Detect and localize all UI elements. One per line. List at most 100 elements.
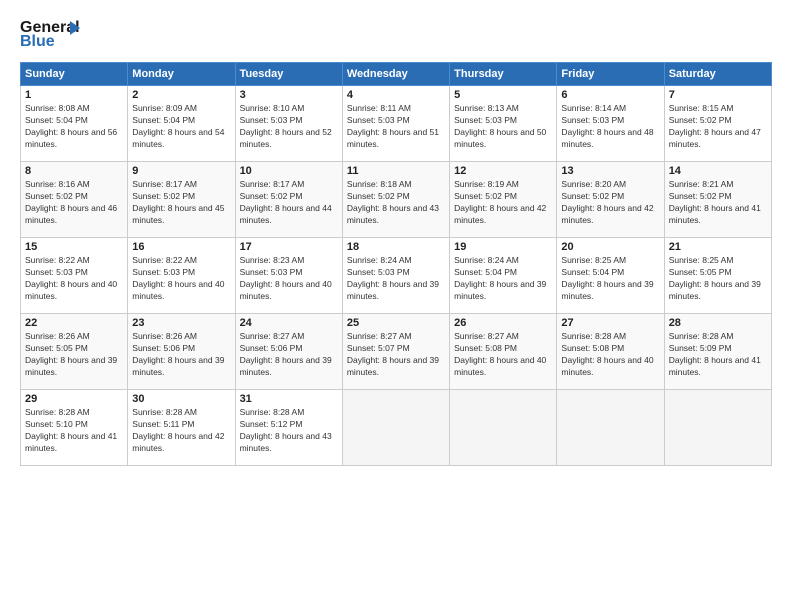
day-cell: 15Sunrise: 8:22 AMSunset: 5:03 PMDayligh… xyxy=(21,238,128,314)
day-cell: 24 Sunrise: 8:27 AMSunset: 5:06 PMDayligh… xyxy=(235,314,342,390)
day-cell: 17 Sunrise: 8:23 AMSunset: 5:03 PMDayligh… xyxy=(235,238,342,314)
day-cell: 30Sunrise: 8:28 AMSunset: 5:11 PMDayligh… xyxy=(128,390,235,466)
day-number: 16 xyxy=(132,241,230,253)
day-cell: 21 Sunrise: 8:25 AMSunset: 5:05 PMDayligh… xyxy=(664,238,771,314)
day-cell: 10 Sunrise: 8:17 AMSunset: 5:02 PMDayligh… xyxy=(235,162,342,238)
week-row-3: 15Sunrise: 8:22 AMSunset: 5:03 PMDayligh… xyxy=(21,238,772,314)
day-info: Sunrise: 8:28 AMSunset: 5:11 PMDaylight:… xyxy=(132,407,230,455)
day-info: Sunrise: 8:25 AMSunset: 5:04 PMDaylight:… xyxy=(561,255,659,303)
day-number: 10 xyxy=(240,165,338,177)
day-number: 26 xyxy=(454,317,552,329)
day-cell: 2 Sunrise: 8:09 AMSunset: 5:04 PMDaylight… xyxy=(128,86,235,162)
day-info: Sunrise: 8:26 AMSunset: 5:06 PMDaylight:… xyxy=(132,331,230,379)
day-info: Sunrise: 8:19 AMSunset: 5:02 PMDaylight:… xyxy=(454,179,552,227)
day-number: 17 xyxy=(240,241,338,253)
day-info: Sunrise: 8:27 AMSunset: 5:07 PMDaylight:… xyxy=(347,331,445,379)
day-number: 19 xyxy=(454,241,552,253)
day-cell: 20 Sunrise: 8:25 AMSunset: 5:04 PMDayligh… xyxy=(557,238,664,314)
day-cell: 26 Sunrise: 8:27 AMSunset: 5:08 PMDayligh… xyxy=(450,314,557,390)
day-cell: 25 Sunrise: 8:27 AMSunset: 5:07 PMDayligh… xyxy=(342,314,449,390)
day-info: Sunrise: 8:24 AMSunset: 5:03 PMDaylight:… xyxy=(347,255,445,303)
day-number: 8 xyxy=(25,165,123,177)
day-cell xyxy=(342,390,449,466)
day-number: 6 xyxy=(561,89,659,101)
day-number: 31 xyxy=(240,393,338,405)
col-header-saturday: Saturday xyxy=(664,63,771,86)
col-header-monday: Monday xyxy=(128,63,235,86)
day-number: 18 xyxy=(347,241,445,253)
day-number: 20 xyxy=(561,241,659,253)
day-number: 4 xyxy=(347,89,445,101)
day-cell: 12Sunrise: 8:19 AMSunset: 5:02 PMDayligh… xyxy=(450,162,557,238)
day-info: Sunrise: 8:09 AMSunset: 5:04 PMDaylight:… xyxy=(132,103,230,151)
day-cell: 19 Sunrise: 8:24 AMSunset: 5:04 PMDayligh… xyxy=(450,238,557,314)
day-info: Sunrise: 8:26 AMSunset: 5:05 PMDaylight:… xyxy=(25,331,123,379)
day-cell: 18 Sunrise: 8:24 AMSunset: 5:03 PMDayligh… xyxy=(342,238,449,314)
day-info: Sunrise: 8:17 AMSunset: 5:02 PMDaylight:… xyxy=(132,179,230,227)
header-row: SundayMondayTuesdayWednesdayThursdayFrid… xyxy=(21,63,772,86)
col-header-thursday: Thursday xyxy=(450,63,557,86)
day-info: Sunrise: 8:28 AMSunset: 5:12 PMDaylight:… xyxy=(240,407,338,455)
week-row-5: 29 Sunrise: 8:28 AMSunset: 5:10 PMDayligh… xyxy=(21,390,772,466)
day-info: Sunrise: 8:14 AMSunset: 5:03 PMDaylight:… xyxy=(561,103,659,151)
day-number: 28 xyxy=(669,317,767,329)
day-number: 5 xyxy=(454,89,552,101)
col-header-friday: Friday xyxy=(557,63,664,86)
day-number: 27 xyxy=(561,317,659,329)
day-number: 25 xyxy=(347,317,445,329)
day-cell xyxy=(664,390,771,466)
week-row-2: 8 Sunrise: 8:16 AMSunset: 5:02 PMDaylight… xyxy=(21,162,772,238)
logo-svg: GeneralBlue xyxy=(20,16,90,52)
day-info: Sunrise: 8:13 AMSunset: 5:03 PMDaylight:… xyxy=(454,103,552,151)
day-cell: 14 Sunrise: 8:21 AMSunset: 5:02 PMDayligh… xyxy=(664,162,771,238)
day-cell: 31 Sunrise: 8:28 AMSunset: 5:12 PMDayligh… xyxy=(235,390,342,466)
day-number: 2 xyxy=(132,89,230,101)
day-info: Sunrise: 8:22 AMSunset: 5:03 PMDaylight:… xyxy=(25,255,123,303)
day-cell: 27 Sunrise: 8:28 AMSunset: 5:08 PMDayligh… xyxy=(557,314,664,390)
col-header-sunday: Sunday xyxy=(21,63,128,86)
day-info: Sunrise: 8:27 AMSunset: 5:08 PMDaylight:… xyxy=(454,331,552,379)
day-cell: 6 Sunrise: 8:14 AMSunset: 5:03 PMDaylight… xyxy=(557,86,664,162)
day-info: Sunrise: 8:11 AMSunset: 5:03 PMDaylight:… xyxy=(347,103,445,151)
week-row-4: 22 Sunrise: 8:26 AMSunset: 5:05 PMDayligh… xyxy=(21,314,772,390)
day-number: 3 xyxy=(240,89,338,101)
day-info: Sunrise: 8:21 AMSunset: 5:02 PMDaylight:… xyxy=(669,179,767,227)
day-cell: 13Sunrise: 8:20 AMSunset: 5:02 PMDayligh… xyxy=(557,162,664,238)
day-cell: 22 Sunrise: 8:26 AMSunset: 5:05 PMDayligh… xyxy=(21,314,128,390)
day-cell: 23 Sunrise: 8:26 AMSunset: 5:06 PMDayligh… xyxy=(128,314,235,390)
day-number: 11 xyxy=(347,165,445,177)
day-number: 7 xyxy=(669,89,767,101)
day-number: 23 xyxy=(132,317,230,329)
day-cell: 16Sunrise: 8:22 AMSunset: 5:03 PMDayligh… xyxy=(128,238,235,314)
day-info: Sunrise: 8:18 AMSunset: 5:02 PMDaylight:… xyxy=(347,179,445,227)
calendar-table: SundayMondayTuesdayWednesdayThursdayFrid… xyxy=(20,62,772,466)
day-info: Sunrise: 8:08 AMSunset: 5:04 PMDaylight:… xyxy=(25,103,123,151)
day-info: Sunrise: 8:25 AMSunset: 5:05 PMDaylight:… xyxy=(669,255,767,303)
day-info: Sunrise: 8:10 AMSunset: 5:03 PMDaylight:… xyxy=(240,103,338,151)
day-cell xyxy=(450,390,557,466)
day-cell: 1Sunrise: 8:08 AMSunset: 5:04 PMDaylight… xyxy=(21,86,128,162)
day-cell: 4 Sunrise: 8:11 AMSunset: 5:03 PMDaylight… xyxy=(342,86,449,162)
day-cell: 3 Sunrise: 8:10 AMSunset: 5:03 PMDaylight… xyxy=(235,86,342,162)
day-info: Sunrise: 8:17 AMSunset: 5:02 PMDaylight:… xyxy=(240,179,338,227)
day-cell: 11 Sunrise: 8:18 AMSunset: 5:02 PMDayligh… xyxy=(342,162,449,238)
day-number: 21 xyxy=(669,241,767,253)
day-info: Sunrise: 8:28 AMSunset: 5:10 PMDaylight:… xyxy=(25,407,123,455)
day-cell: 9Sunrise: 8:17 AMSunset: 5:02 PMDaylight… xyxy=(128,162,235,238)
day-info: Sunrise: 8:28 AMSunset: 5:08 PMDaylight:… xyxy=(561,331,659,379)
day-info: Sunrise: 8:24 AMSunset: 5:04 PMDaylight:… xyxy=(454,255,552,303)
day-number: 29 xyxy=(25,393,123,405)
day-cell: 28Sunrise: 8:28 AMSunset: 5:09 PMDayligh… xyxy=(664,314,771,390)
day-cell: 29 Sunrise: 8:28 AMSunset: 5:10 PMDayligh… xyxy=(21,390,128,466)
day-info: Sunrise: 8:15 AMSunset: 5:02 PMDaylight:… xyxy=(669,103,767,151)
day-cell: 7 Sunrise: 8:15 AMSunset: 5:02 PMDaylight… xyxy=(664,86,771,162)
day-info: Sunrise: 8:23 AMSunset: 5:03 PMDaylight:… xyxy=(240,255,338,303)
day-info: Sunrise: 8:20 AMSunset: 5:02 PMDaylight:… xyxy=(561,179,659,227)
day-info: Sunrise: 8:16 AMSunset: 5:02 PMDaylight:… xyxy=(25,179,123,227)
day-info: Sunrise: 8:27 AMSunset: 5:06 PMDaylight:… xyxy=(240,331,338,379)
day-cell: 5 Sunrise: 8:13 AMSunset: 5:03 PMDaylight… xyxy=(450,86,557,162)
day-number: 14 xyxy=(669,165,767,177)
day-number: 24 xyxy=(240,317,338,329)
col-header-wednesday: Wednesday xyxy=(342,63,449,86)
day-number: 22 xyxy=(25,317,123,329)
